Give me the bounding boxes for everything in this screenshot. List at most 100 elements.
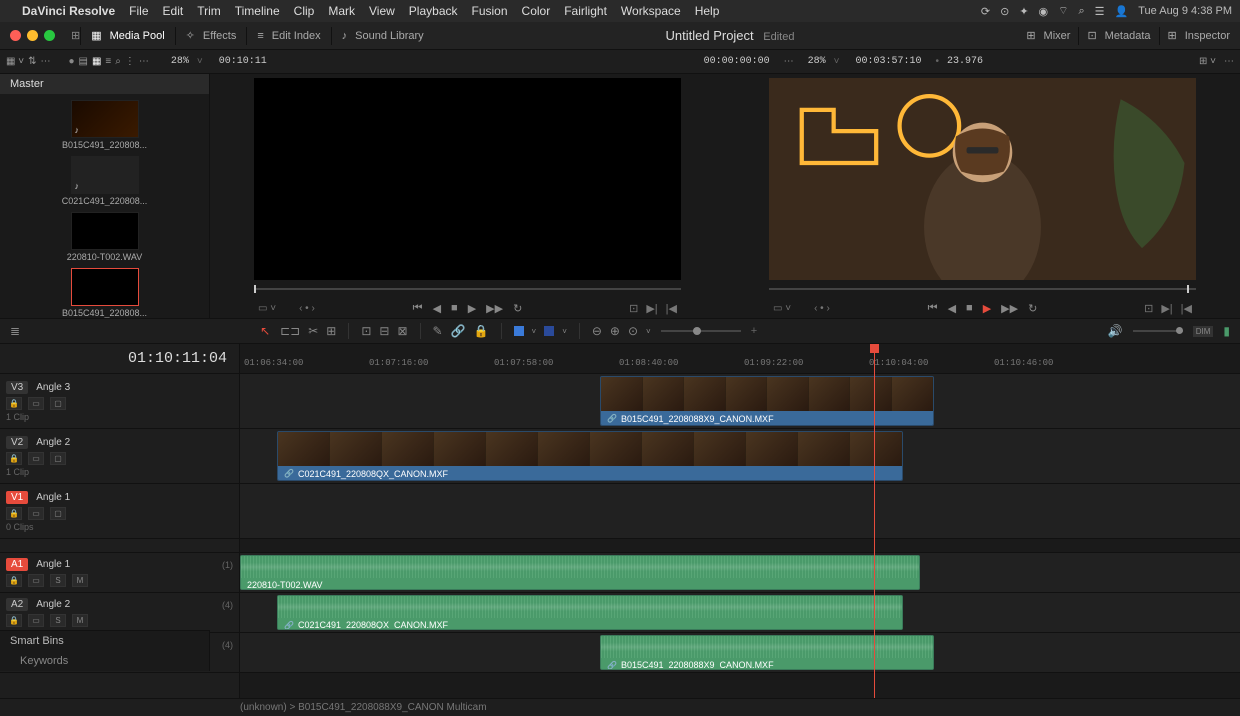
src-stop-button[interactable]: ■ — [451, 302, 458, 314]
src-loop-button[interactable]: ↻ — [513, 302, 522, 315]
menu-icon[interactable]: ⋯ — [40, 56, 50, 67]
viewer-more-icon[interactable]: ⋯ — [1224, 56, 1234, 67]
bin-item-1[interactable]: ♪C021C491_220808... — [6, 156, 203, 206]
wifi-icon[interactable]: ⌔ — [1058, 4, 1068, 18]
bin-view-icon[interactable]: ▦ ˅ — [6, 56, 24, 67]
prg-prev-button[interactable]: ◀ — [948, 302, 956, 315]
bin-item-0[interactable]: ♪B015C491_220808... — [6, 100, 203, 150]
menu-trim[interactable]: Trim — [197, 4, 221, 18]
track-tag[interactable]: V1 — [6, 491, 28, 504]
mediapool-tab[interactable]: ▦ Media Pool — [81, 29, 174, 42]
inspector-tab[interactable]: Inspector — [1185, 30, 1230, 42]
menu-color[interactable]: Color — [522, 4, 551, 18]
source-screen[interactable] — [254, 78, 681, 280]
menu-timeline[interactable]: Timeline — [235, 4, 280, 18]
menu-view[interactable]: View — [369, 4, 395, 18]
link-tool[interactable]: 🔗 — [451, 324, 466, 338]
viewer-menu-icon[interactable]: ⋯ — [784, 56, 794, 67]
prg-next-button[interactable]: ▶▶ — [1001, 302, 1018, 315]
track-a3[interactable]: 🔗B015C491_2208088X9_CANON.MXF — [240, 633, 1240, 673]
filter-icon[interactable]: ⋮ — [125, 56, 135, 67]
dim-icon[interactable]: DIM — [1193, 326, 1214, 337]
prg-markout-icon[interactable]: |◀ — [1181, 302, 1192, 315]
marker-tool[interactable]: ✎ — [433, 324, 443, 338]
track-tag[interactable]: A1 — [6, 558, 28, 571]
status-icon[interactable]: ⟳ — [981, 5, 990, 18]
smartbins-header[interactable]: Smart Bins — [0, 631, 209, 651]
bin-item-3[interactable]: B015C491_220808... — [6, 268, 203, 318]
source-scrubber[interactable] — [254, 286, 681, 292]
track-head-a1[interactable]: A1Angle 1(1) 🔒 ▭ S M — [0, 553, 239, 593]
prg-zoom[interactable]: 28% — [808, 56, 826, 67]
lock-button[interactable]: 🔒 — [6, 397, 22, 410]
editindex-tab[interactable]: ≡ Edit Index — [247, 30, 330, 42]
prg-stop-button[interactable]: ■ — [966, 302, 973, 314]
flag-navy[interactable] — [544, 326, 554, 336]
menu-file[interactable]: File — [129, 4, 148, 18]
status-icon-2[interactable]: ⊙ — [1000, 5, 1009, 18]
timeline-playhead[interactable] — [874, 344, 875, 698]
lock-button[interactable]: 🔒 — [6, 507, 22, 520]
auto-select-button[interactable]: ▭ — [28, 574, 44, 587]
minimize-window-button[interactable] — [27, 30, 38, 41]
program-playhead[interactable] — [1187, 285, 1189, 293]
app-name[interactable]: DaVinci Resolve — [22, 4, 115, 18]
src-markin-icon[interactable]: ▶| — [646, 302, 657, 315]
menu-mark[interactable]: Mark — [328, 4, 355, 18]
mute-button[interactable]: M — [72, 614, 88, 627]
soundlib-tab[interactable]: ♪ Sound Library — [332, 30, 434, 42]
flag-blue[interactable] — [514, 326, 524, 336]
thumb-view-icon[interactable]: ▦ — [92, 56, 101, 67]
bin-item-2[interactable]: 220810-T002.WAV — [6, 212, 203, 262]
effects-tab[interactable]: ✧ Effects — [176, 29, 247, 42]
track-tag[interactable]: A2 — [6, 598, 28, 611]
menu-playback[interactable]: Playback — [409, 4, 458, 18]
insert-tool[interactable]: ⊞ — [326, 324, 336, 338]
menu-clip[interactable]: Clip — [294, 4, 315, 18]
track-v3[interactable]: 🔗B015C491_2208088X9_CANON.MXF — [240, 374, 1240, 429]
auto-select-button[interactable]: ▭ — [28, 397, 44, 410]
prg-mode-icon[interactable]: ▭ ˅ — [773, 303, 791, 314]
menu-fusion[interactable]: Fusion — [472, 4, 508, 18]
clip-a2[interactable]: 🔗C021C491_220808QX_CANON.MXF — [277, 595, 903, 630]
menu-help[interactable]: Help — [695, 4, 720, 18]
tracks-area[interactable]: 01:06:34:0001:07:16:0001:07:58:0001:08:4… — [240, 344, 1240, 698]
status-icon-3[interactable]: ✦ — [1019, 5, 1028, 18]
clip-v3[interactable]: 🔗B015C491_2208088X9_CANON.MXF — [600, 376, 934, 426]
prg-match-icon[interactable]: ⊡ — [1144, 302, 1153, 315]
solo-button[interactable]: S — [50, 614, 66, 627]
prg-nav[interactable]: ‹ • › — [814, 303, 830, 314]
src-match-icon[interactable]: ⊡ — [629, 302, 638, 315]
zoom-slider[interactable] — [661, 330, 741, 332]
track-a2[interactable]: 🔗C021C491_220808QX_CANON.MXF — [240, 593, 1240, 633]
clip-a1[interactable]: 220810-T002.WAV — [240, 555, 920, 590]
src-nav-prev[interactable]: ‹ • › — [299, 303, 315, 314]
src-markout-icon[interactable]: |◀ — [666, 302, 677, 315]
trim-tool[interactable]: ⊏⊐ — [280, 324, 300, 338]
src-play-button[interactable]: ▶ — [468, 302, 476, 315]
menu-fairlight[interactable]: Fairlight — [564, 4, 607, 18]
zoom-fit-icon[interactable]: ⊙ — [628, 324, 638, 338]
zoom-in-icon[interactable]: ⊕ — [610, 324, 620, 338]
auto-select-button[interactable]: ▭ — [28, 507, 44, 520]
timeline-ruler[interactable]: 01:06:34:0001:07:16:0001:07:58:0001:08:4… — [240, 344, 1240, 374]
prg-loop-button[interactable]: ↻ — [1028, 302, 1037, 315]
master-bin[interactable]: Master — [0, 74, 209, 94]
clip-a3[interactable]: 🔗B015C491_2208088X9_CANON.MXF — [600, 635, 934, 670]
timeline-view-icon[interactable]: ≣ — [10, 324, 20, 338]
lock-button[interactable]: 🔒 — [6, 614, 22, 627]
list-view-icon[interactable]: ▤ — [79, 56, 88, 67]
zoom-out-icon[interactable]: ⊖ — [592, 324, 602, 338]
arrow-tool[interactable]: ↖ — [260, 324, 270, 338]
prg-first-button[interactable]: ⏮ — [928, 302, 938, 315]
overwrite-tool[interactable]: ⊠ — [397, 324, 407, 338]
clip-v2[interactable]: 🔗C021C491_220808QX_CANON.MXF — [277, 431, 903, 481]
track-head-v2[interactable]: V2Angle 2 🔒 ▭ ▢ 1 Clip — [0, 429, 239, 484]
track-head-a2[interactable]: A2Angle 2(4) 🔒 ▭ S M — [0, 593, 239, 633]
src-prev-button[interactable]: ◀ — [433, 302, 441, 315]
control-center-icon[interactable]: ☰ — [1095, 5, 1105, 18]
track-head-v3[interactable]: V3Angle 3 🔒 ▭ ▢ 1 Clip — [0, 374, 239, 429]
maximize-window-button[interactable] — [44, 30, 55, 41]
enable-button[interactable]: ▢ — [50, 507, 66, 520]
meters-icon[interactable]: ▮ — [1223, 324, 1230, 338]
